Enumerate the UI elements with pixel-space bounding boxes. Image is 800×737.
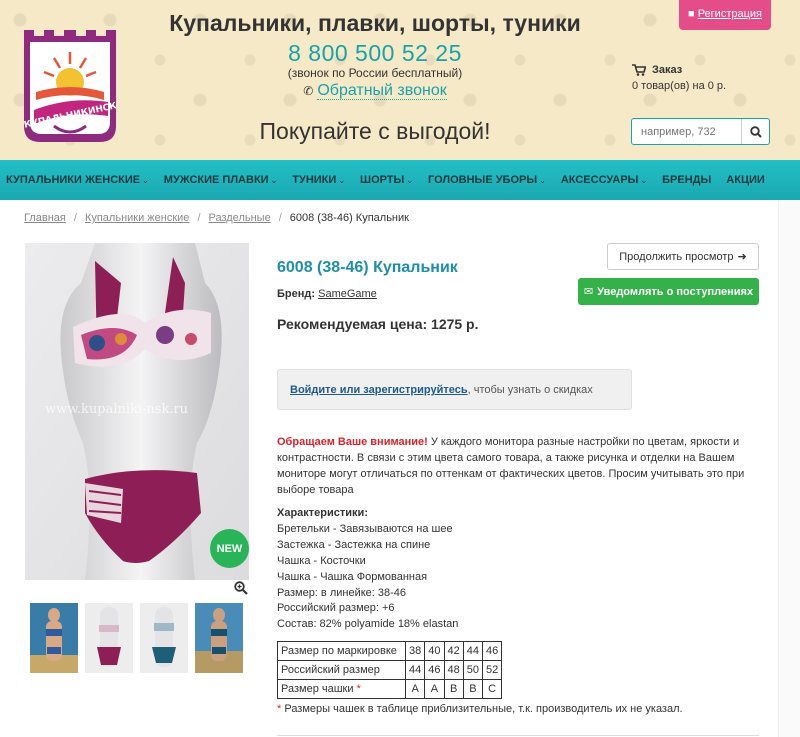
continue-shopping-button[interactable]: Продолжить просмотр ➜ (607, 243, 759, 270)
specs-title: Характеристики: (277, 507, 368, 519)
cart-title: Заказ (652, 64, 683, 76)
search-icon (749, 125, 762, 138)
spec-item: Чашка - Косточки (277, 554, 366, 567)
nav-item-brands[interactable]: БРЕНДЫ (662, 174, 711, 186)
chevron-down-icon: ⌄ (270, 176, 278, 185)
nav-item-headwear[interactable]: ГОЛОВНЫЕ УБОРЫ ⌄ (428, 174, 546, 186)
color-notice: Обращаем Ваше внимание! У каждого монито… (277, 434, 759, 498)
new-badge: NEW (210, 529, 249, 568)
nav-item-tunics[interactable]: ТУНИКИ ⌄ (292, 174, 345, 186)
cart-widget[interactable]: Заказ 0 товар(ов) на 0 р. (632, 64, 726, 92)
product-main-image[interactable]: www.kupalniki-nsk.ru (25, 243, 249, 580)
site-title: Купальники, плавки, шорты, туники (169, 10, 581, 36)
table-row: Российский размер 44 46 48 50 52 (277, 660, 503, 680)
product-title: 6008 (38-46) Купальник (277, 259, 458, 276)
login-prompt: Войдите или зарегистрируйтесь, чтобы узн… (277, 369, 632, 410)
spec-item: Чашка - Чашка Формованная (277, 570, 428, 583)
table-row: Размер чашки * A A B B C (277, 679, 503, 699)
notify-button[interactable]: ✉ Уведомлять о поступлениях (578, 278, 759, 305)
product-price: Рекомендуемая цена: 1275 р. (277, 316, 479, 332)
search-input[interactable] (632, 119, 741, 144)
search-button[interactable] (741, 119, 769, 144)
site-logo[interactable]: КУПАЛЬНИКИНСК (24, 30, 116, 142)
spec-item: Застежка - Застежка на спине (277, 538, 431, 551)
phone-number[interactable]: 8 800 500 52 25 (265, 40, 485, 67)
phone-note: (звонок по России бесплатный) (287, 66, 463, 80)
nav-item-mens-trunks[interactable]: МУЖСКИЕ ПЛАВКИ ⌄ (164, 174, 277, 186)
specs-list: Характеристики: Бретельки - Завязываются… (277, 506, 458, 633)
login-text: , чтобы узнать о скидках (467, 384, 593, 396)
breadcrumb-womens-swimwear[interactable]: Купальники женские (85, 212, 190, 224)
cart-icon (632, 64, 647, 79)
size-table: Размер по маркировке 38 40 42 44 46 Росс… (277, 641, 503, 699)
size-footnote: * Размеры чашек в таблице приблизительны… (277, 703, 683, 715)
notify-label: Уведомлять о поступлениях (597, 285, 754, 298)
register-button[interactable]: ■ Регистрация (679, 0, 771, 30)
breadcrumb-current: 6008 (38-46) Купальник (289, 212, 409, 224)
chevron-down-icon: ⌄ (640, 176, 648, 185)
brand-label: Бренд: (277, 288, 316, 300)
arrow-right-icon: ➜ (737, 251, 747, 263)
callback-link[interactable]: ✆ Обратный звонок (265, 82, 485, 100)
chevron-down-icon: ⌄ (406, 176, 414, 185)
site-header: КУПАЛЬНИКИНСК Купальники, плавки, шорты,… (0, 0, 800, 160)
callback-label: Обратный звонок (317, 82, 447, 100)
register-label: Регистрация (697, 8, 763, 20)
nav-item-sales[interactable]: АКЦИИ (726, 174, 765, 186)
table-row: Размер по маркировке 38 40 42 44 46 (277, 641, 503, 661)
breadcrumb-separate[interactable]: Раздельные (209, 212, 271, 224)
nav-item-accessories[interactable]: АКСЕССУАРЫ ⌄ (561, 174, 647, 186)
phone-icon: ✆ (303, 84, 314, 98)
thumbnail-1[interactable] (30, 603, 78, 673)
nav-item-womens-swimwear[interactable]: КУПАЛЬНИКИ ЖЕНСКИЕ ⌄ (6, 174, 149, 186)
search-form (631, 118, 770, 145)
login-link[interactable]: Войдите или зарегистрируйтесь (290, 384, 468, 396)
envelope-icon: ✉ (583, 286, 594, 298)
brand-link[interactable]: SameGame (318, 288, 377, 300)
breadcrumb-home[interactable]: Главная (24, 212, 66, 224)
spec-item: Бретельки - Завязываются на шее (277, 522, 453, 535)
nav-item-shorts[interactable]: ШОРТЫ ⌄ (360, 174, 413, 186)
chevron-down-icon: ⌄ (338, 176, 346, 185)
user-icon: ■ (687, 8, 695, 20)
breadcrumb: Главная / Купальники женские / Раздельные/60… (24, 212, 409, 224)
watermark: www.kupalniki-nsk.ru (45, 402, 188, 417)
thumbnail-2[interactable] (85, 603, 133, 673)
page-edge (778, 200, 800, 737)
continue-shopping-label: Продолжить просмотр (619, 250, 734, 263)
thumbnail-4[interactable] (195, 603, 243, 673)
chevron-down-icon: ⌄ (539, 176, 546, 185)
notice-attention: Обращаем Ваше внимание! (277, 436, 428, 448)
zoom-icon[interactable] (234, 581, 248, 598)
spec-item: Российский размер: +6 (277, 602, 395, 615)
main-nav: КУПАЛЬНИКИ ЖЕНСКИЕ ⌄ МУЖСКИЕ ПЛАВКИ ⌄ ТУНИ… (0, 160, 800, 200)
spec-item: Состав: 82% polyamide 18% elastan (277, 618, 459, 631)
divider (277, 735, 759, 736)
thumbnail-3[interactable] (140, 603, 188, 673)
chevron-down-icon: ⌄ (142, 176, 149, 185)
slogan: Покупайте с выгодой! (259, 118, 491, 144)
spec-item: Размер: в линейке: 38-46 (277, 586, 407, 599)
cart-status: 0 товар(ов) на 0 р. (632, 80, 727, 92)
brand-line: Бренд: SameGame (277, 288, 377, 300)
